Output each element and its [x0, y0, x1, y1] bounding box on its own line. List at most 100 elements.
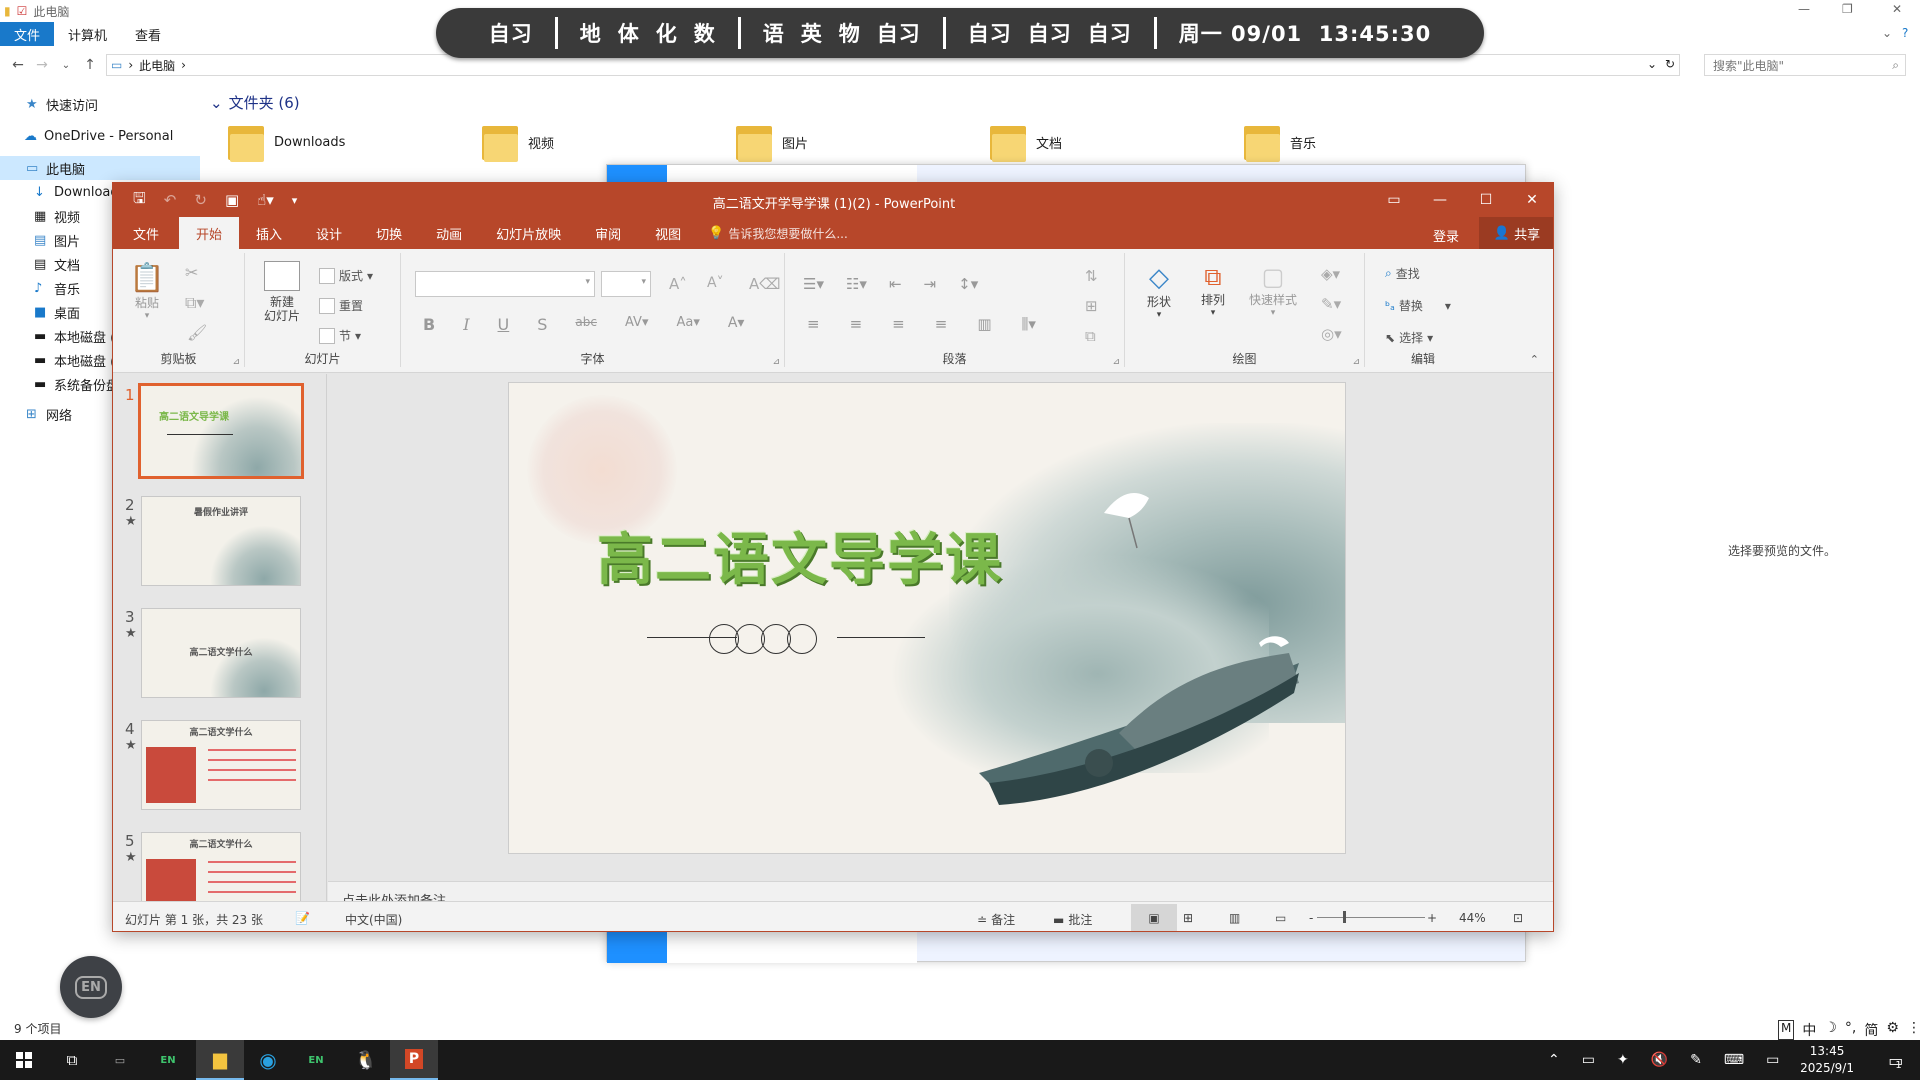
tab-slideshow[interactable]: 幻灯片放映	[479, 217, 578, 249]
dialog-launcher-icon[interactable]: ⊿	[1112, 357, 1120, 367]
shape-effects-icon[interactable]: ◎▾	[1321, 325, 1342, 343]
decrease-font-icon[interactable]: A˅	[707, 275, 724, 291]
back-arrow-icon[interactable]: ←	[6, 57, 30, 73]
tab-review[interactable]: 审阅	[578, 217, 638, 249]
share-button[interactable]: 👤 共享	[1479, 217, 1553, 249]
minimize-icon[interactable]: —	[1798, 2, 1810, 16]
device-icon[interactable]: ▭	[1582, 1052, 1595, 1068]
line-spacing-icon[interactable]: ↕▾	[958, 275, 978, 293]
tab-transitions[interactable]: 切换	[359, 217, 419, 249]
shadow-icon[interactable]: S	[537, 315, 547, 334]
slide-sorter-icon[interactable]: ⊞	[1183, 911, 1193, 925]
replace-button[interactable]: ᵇₐ 替换 ▾	[1385, 297, 1451, 314]
tray-chevron-up-icon[interactable]: ⌃	[1548, 1052, 1560, 1068]
zoom-level[interactable]: 44%	[1459, 911, 1486, 925]
folder-pictures[interactable]: 图片	[736, 122, 808, 162]
clear-format-icon[interactable]: A⌫	[749, 275, 780, 293]
tab-design[interactable]: 设计	[299, 217, 359, 249]
tab-view[interactable]: 查看	[121, 22, 175, 46]
save-icon[interactable]: 🖫	[133, 188, 146, 213]
notification-center-icon[interactable]: ▭ 1	[1870, 1040, 1920, 1080]
text-direction-icon[interactable]: ⇅	[1085, 267, 1098, 285]
increase-font-icon[interactable]: A˄	[669, 275, 687, 293]
taskbar-clock[interactable]: 13:45 2025/9/1	[1800, 1043, 1854, 1077]
paste-button[interactable]: 📋 粘贴 ▾	[127, 261, 167, 321]
spell-check-icon[interactable]: 📝	[295, 911, 310, 925]
strikethrough-icon[interactable]: abc	[575, 315, 597, 334]
folder-documents[interactable]: 文档	[990, 122, 1062, 162]
notes-toggle[interactable]: ≐ 备注	[977, 911, 1015, 928]
touch-mode-icon[interactable]: ☝▾	[257, 191, 274, 209]
refresh-icon[interactable]: ↻	[1665, 57, 1675, 71]
restore-icon[interactable]: ❐	[1842, 2, 1853, 16]
slideshow-view-icon[interactable]: ▭	[1275, 911, 1286, 925]
slide-title[interactable]: 高二语文导学课	[597, 515, 1003, 596]
maximize-icon[interactable]: ☐	[1463, 183, 1509, 217]
chevron-down-icon[interactable]: ⌄	[1882, 26, 1892, 40]
undo-icon[interactable]: ↶	[164, 191, 177, 209]
redo-icon[interactable]: ↻	[194, 191, 207, 209]
new-slide-button[interactable]: 新建 幻灯片	[255, 261, 309, 323]
file-explorer-taskbar-icon[interactable]: ▆	[196, 1040, 244, 1080]
up-arrow-icon[interactable]: ↑	[78, 57, 102, 73]
nav-this-pc[interactable]: ▭ 此电脑	[0, 156, 200, 180]
checkmark-icon[interactable]: ☑	[17, 4, 28, 18]
folder-music[interactable]: 音乐	[1244, 122, 1316, 162]
slide-thumbnail[interactable]: 暑假作业讲评	[141, 496, 301, 586]
dialog-launcher-icon[interactable]: ⊿	[232, 357, 240, 367]
align-left-icon[interactable]: ≡	[807, 315, 820, 333]
zoom-slider-thumb[interactable]	[1343, 911, 1346, 923]
zoom-in-icon[interactable]: +	[1427, 911, 1437, 925]
smartart-icon[interactable]: ⧉	[1085, 327, 1096, 345]
numbering-icon[interactable]: ☷▾	[846, 275, 867, 293]
help-icon[interactable]: ?	[1902, 26, 1908, 40]
slide-thumbnail[interactable]: 高二语文导学课	[138, 383, 304, 479]
char-spacing-icon[interactable]: AV▾	[625, 315, 648, 334]
slide-thumbnail[interactable]: 高二语文学什么	[141, 608, 301, 698]
tell-me-search[interactable]: 💡 告诉我您想要做什么...	[698, 225, 848, 242]
folder-downloads[interactable]: Downloads	[228, 122, 345, 162]
italic-icon[interactable]: I	[463, 315, 469, 334]
forward-arrow-icon[interactable]: →	[30, 57, 54, 73]
justify-icon[interactable]: ≡	[935, 315, 948, 333]
shield-icon[interactable]: ✦	[1617, 1052, 1629, 1068]
display-icon[interactable]: ▭	[1766, 1052, 1779, 1068]
tab-insert[interactable]: 插入	[239, 217, 299, 249]
decrease-indent-icon[interactable]: ⇤	[889, 275, 902, 293]
font-color-icon[interactable]: A▾	[728, 315, 745, 334]
format-painter-icon[interactable]: 🖌	[187, 323, 207, 342]
zoom-slider[interactable]	[1317, 917, 1425, 918]
font-size-select[interactable]: ▾	[601, 271, 651, 297]
quick-styles-button[interactable]: ▢ 快速样式 ▾	[1243, 263, 1303, 318]
task-view-icon[interactable]: ⧉	[48, 1040, 96, 1080]
minimize-icon[interactable]: —	[1417, 183, 1463, 217]
app-launcher-icon[interactable]: ▭	[96, 1040, 144, 1080]
slideshow-start-icon[interactable]: ▣	[225, 191, 239, 209]
nav-quick-access[interactable]: ★ 快速访问	[0, 92, 200, 116]
tab-file[interactable]: 文件	[0, 22, 55, 46]
align-right-icon[interactable]: ≡	[892, 315, 905, 333]
normal-view-icon[interactable]: ▣	[1131, 904, 1177, 931]
bold-icon[interactable]: B	[423, 315, 435, 334]
recent-chevron-icon[interactable]: ⌄	[54, 60, 78, 71]
folders-section-header[interactable]: ⌄ 文件夹 (6)	[210, 92, 300, 113]
tab-home[interactable]: 开始	[179, 217, 240, 249]
bullets-icon[interactable]: ☰▾	[803, 275, 824, 293]
find-button[interactable]: ⌕ 查找	[1385, 265, 1420, 282]
tab-animations[interactable]: 动画	[419, 217, 479, 249]
gear-icon[interactable]: ⚙	[1886, 1020, 1899, 1040]
en-app-icon[interactable]: EN	[144, 1040, 192, 1080]
slide-thumbnail[interactable]: 高二语文学什么	[141, 832, 301, 904]
login-link[interactable]: 登录	[1433, 226, 1459, 245]
distributed-icon[interactable]: ▥	[977, 315, 991, 333]
slide-editing-canvas[interactable]: 高二语文导学课	[328, 374, 1553, 889]
edge-browser-icon[interactable]: ◉	[244, 1040, 292, 1080]
fit-to-window-icon[interactable]: ⊡	[1513, 911, 1523, 925]
align-text-icon[interactable]: ⊞	[1085, 297, 1098, 315]
tab-computer[interactable]: 计算机	[54, 22, 121, 46]
zoom-out-icon[interactable]: -	[1309, 911, 1313, 925]
align-center-icon[interactable]: ≡	[850, 315, 863, 333]
dialog-launcher-icon[interactable]: ⊿	[1352, 357, 1360, 367]
pen-icon[interactable]: ✎	[1690, 1052, 1702, 1068]
layout-button[interactable]: 版式 ▾	[319, 267, 373, 284]
